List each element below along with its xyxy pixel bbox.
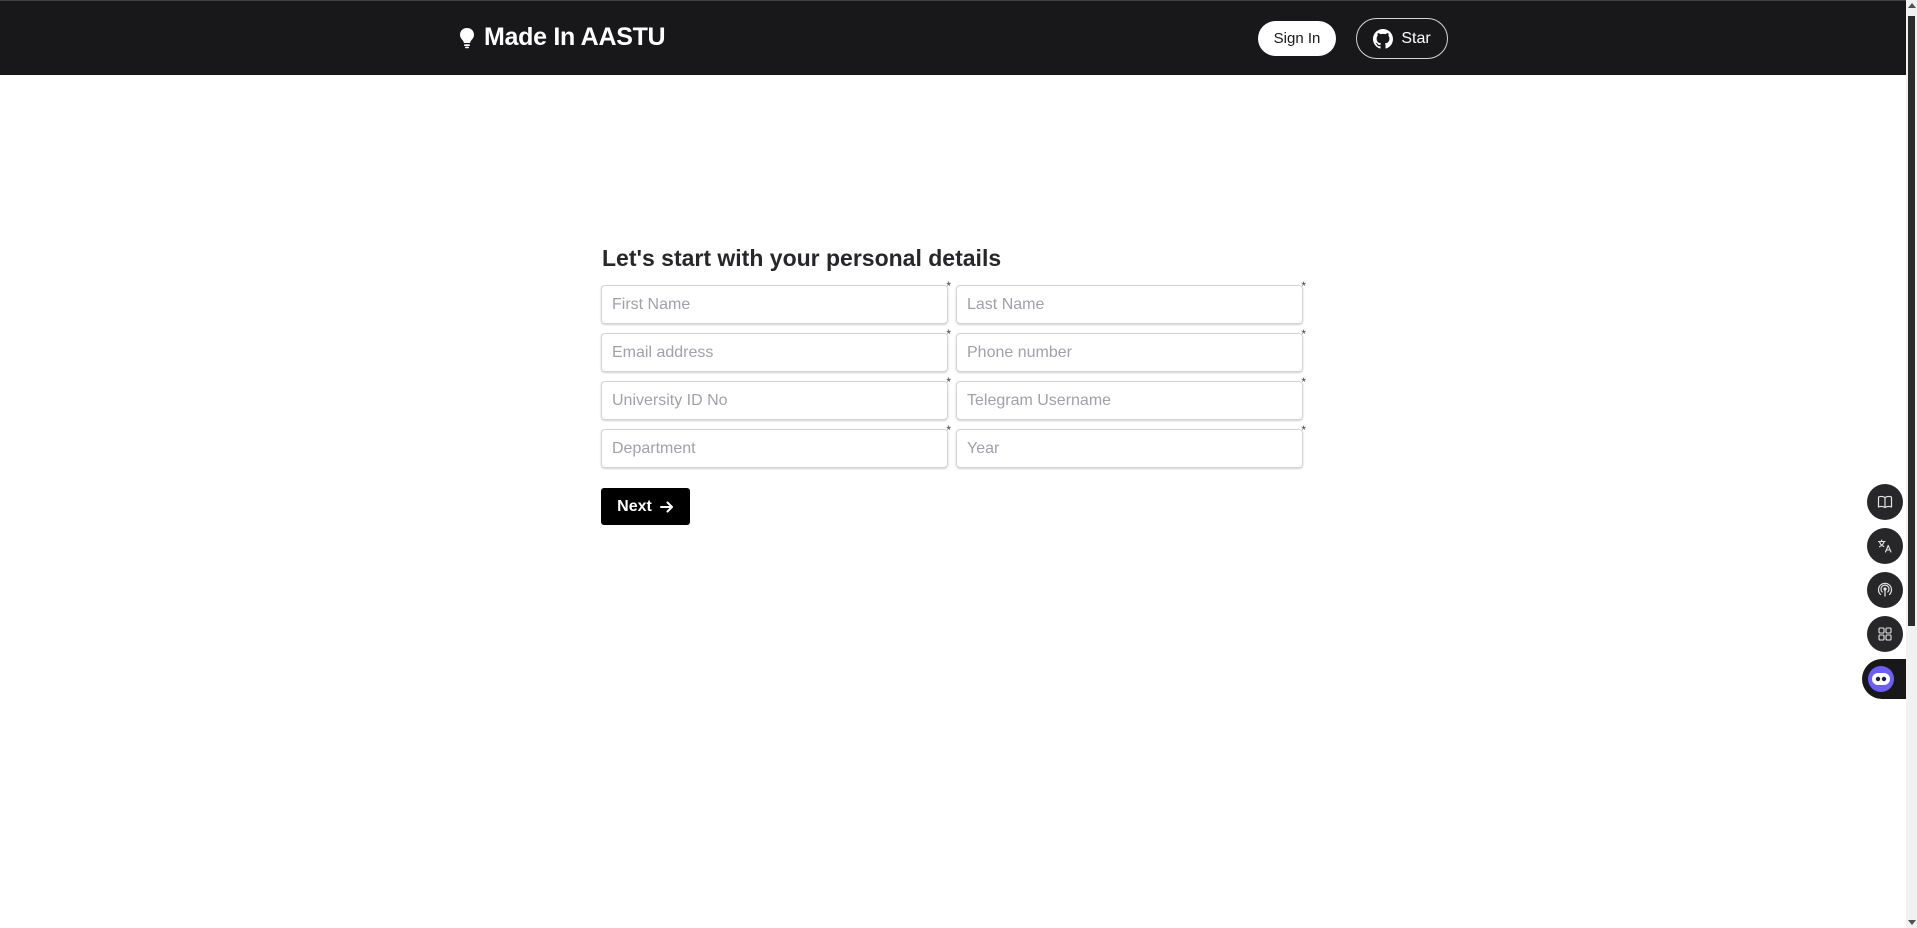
- year-field-wrapper: *: [956, 424, 1306, 468]
- required-marker: *: [1301, 375, 1306, 389]
- next-button[interactable]: Next: [601, 488, 690, 525]
- form-title: Let's start with your personal details: [602, 245, 1002, 271]
- department-input[interactable]: [601, 429, 948, 468]
- personal-details-form: Let's start with your personal details *…: [601, 245, 1306, 525]
- book-icon: [1877, 495, 1893, 509]
- scroll-up-arrow-icon[interactable]: [1908, 3, 1916, 8]
- last-name-field-wrapper: *: [956, 280, 1306, 324]
- university-id-field-wrapper: *: [601, 376, 951, 420]
- phone-input[interactable]: [956, 333, 1303, 372]
- scrollbar-thumb[interactable]: [1908, 16, 1915, 626]
- telegram-username-input[interactable]: [956, 381, 1303, 420]
- first-name-field-wrapper: *: [601, 280, 951, 324]
- broadcast-tool-button[interactable]: [1867, 572, 1903, 608]
- sign-in-button[interactable]: Sign In: [1258, 21, 1336, 56]
- scroll-down-arrow-icon[interactable]: [1908, 920, 1916, 925]
- telegram-field-wrapper: *: [956, 376, 1306, 420]
- required-marker: *: [1301, 279, 1306, 293]
- star-label: Star: [1401, 29, 1431, 47]
- assistant-bot-icon: [1868, 666, 1894, 692]
- next-label: Next: [617, 497, 652, 515]
- reader-tool-button[interactable]: [1867, 484, 1903, 520]
- year-input[interactable]: [956, 429, 1303, 468]
- translate-tool-button[interactable]: [1867, 528, 1903, 564]
- brand-logo[interactable]: Made In AASTU: [458, 23, 666, 52]
- university-id-input[interactable]: [601, 381, 948, 420]
- required-marker: *: [946, 327, 951, 341]
- required-marker: *: [946, 423, 951, 437]
- required-marker: *: [946, 279, 951, 293]
- translate-icon: [1877, 539, 1892, 553]
- first-name-input[interactable]: [601, 285, 948, 324]
- github-icon: [1373, 28, 1394, 49]
- brand-name: Made In AASTU: [484, 23, 666, 51]
- top-navbar: Made In AASTU Sign In Star: [0, 0, 1906, 75]
- form-fields-grid: * * * * * * * *: [601, 280, 1306, 468]
- department-field-wrapper: *: [601, 424, 951, 468]
- arrow-right-icon: [659, 501, 673, 512]
- apps-tool-button[interactable]: [1867, 616, 1903, 652]
- vertical-scrollbar[interactable]: [1906, 0, 1917, 928]
- email-input[interactable]: [601, 333, 948, 372]
- phone-field-wrapper: *: [956, 328, 1306, 372]
- required-marker: *: [1301, 327, 1306, 341]
- lightbulb-icon: [460, 27, 474, 48]
- broadcast-icon: [1877, 582, 1893, 597]
- last-name-input[interactable]: [956, 285, 1303, 324]
- required-marker: *: [1301, 423, 1306, 437]
- email-field-wrapper: *: [601, 328, 951, 372]
- apps-grid-icon: [1878, 627, 1892, 641]
- assistant-launcher-button[interactable]: [1862, 659, 1906, 699]
- required-marker: *: [946, 375, 951, 389]
- github-star-button[interactable]: Star: [1356, 18, 1448, 59]
